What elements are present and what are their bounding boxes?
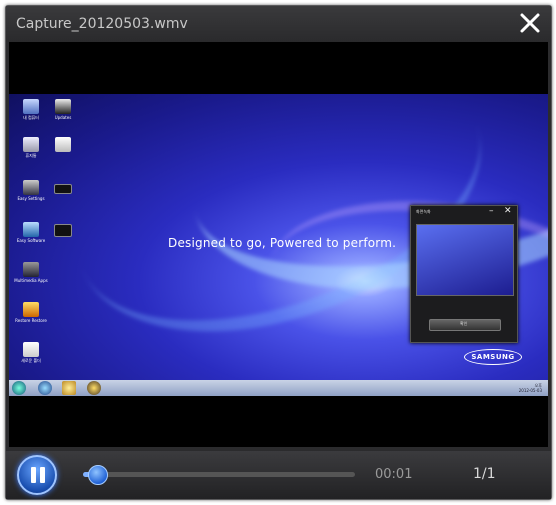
close-icon: ✕ [504, 206, 512, 216]
seek-bar[interactable] [83, 465, 355, 485]
video-tagline: Designed to go, Powered to perform. [168, 236, 397, 250]
page-count: 1/1 [473, 466, 496, 482]
title-bar: Capture_20120503.wmv [6, 6, 551, 42]
video-frame: 내 컴퓨터 Updates 휴지통 Easy Settings Easy Sof… [9, 94, 548, 396]
close-icon[interactable] [517, 10, 543, 36]
video-viewport[interactable]: 내 컴퓨터 Updates 휴지통 Easy Settings Easy Sof… [9, 42, 548, 447]
desktop-icon [44, 137, 82, 153]
capture-mini-window: 화면녹화 – ✕ 확인 [410, 205, 518, 343]
pause-icon [40, 467, 45, 483]
browser-icon [38, 381, 52, 395]
desktop-icon: Restore Restore [12, 302, 50, 323]
desktop-icon: Multimedia Apps [12, 262, 50, 283]
desktop-icon [44, 184, 82, 195]
tray-date: 2012-05-03 [518, 388, 542, 393]
desktop-icon [44, 224, 82, 238]
taskbar: 오후 2012-05-03 [9, 380, 548, 396]
folder-icon [62, 381, 76, 395]
elapsed-time: 00:01 [375, 467, 413, 482]
pause-icon [31, 467, 36, 483]
mini-window-title: 화면녹화 [416, 209, 431, 214]
minimize-icon: – [489, 206, 494, 216]
pause-button[interactable] [17, 455, 57, 495]
start-icon [12, 381, 26, 395]
desktop-icon: Updates [44, 99, 82, 120]
mini-preview [416, 224, 514, 296]
system-tray: 오후 2012-05-03 [519, 383, 542, 393]
media-viewer-window: Capture_20120503.wmv 내 컴퓨터 Updates 휴지통 E… [5, 5, 552, 500]
media-icon [87, 381, 101, 395]
desktop-icon: 새로운 폴더 [12, 342, 50, 363]
mini-confirm-button: 확인 [429, 319, 501, 331]
window-title: Capture_20120503.wmv [16, 16, 188, 32]
seek-handle[interactable] [87, 465, 108, 485]
player-controls: 00:01 1/1 [6, 451, 551, 499]
samsung-logo: SAMSUNG [464, 349, 522, 365]
